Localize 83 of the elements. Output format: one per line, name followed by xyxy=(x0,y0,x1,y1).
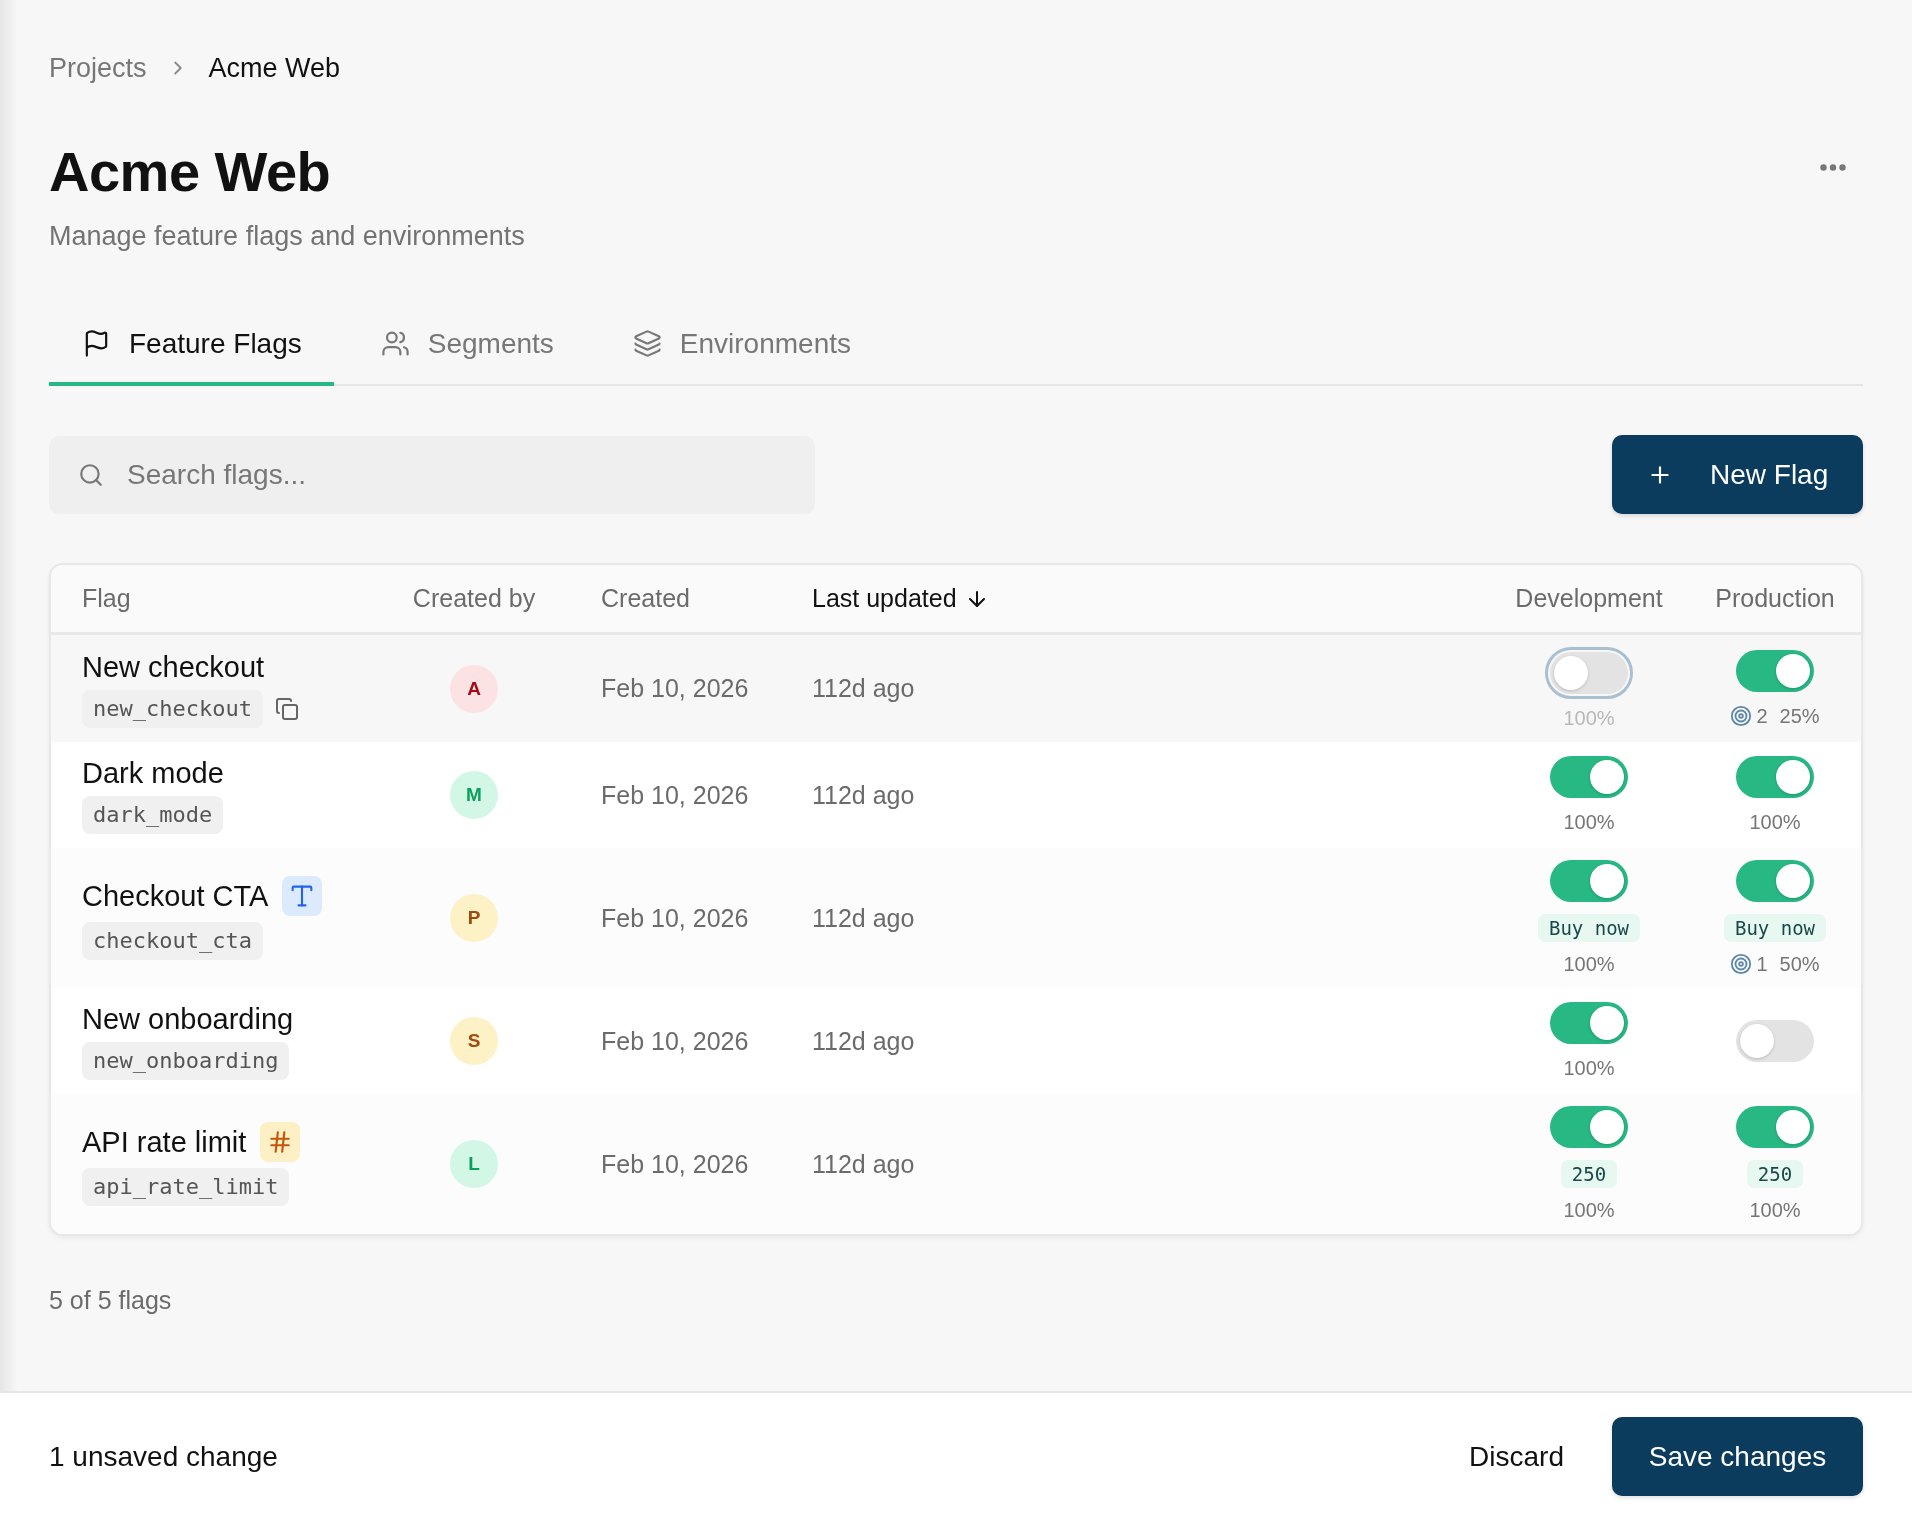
page-subtitle: Manage feature flags and environments xyxy=(49,220,526,252)
toggle-switch[interactable] xyxy=(1736,649,1814,692)
toggle-switch[interactable] xyxy=(1736,1020,1814,1062)
created-date: Feb 10, 2026 xyxy=(601,903,749,933)
created-date: Feb 10, 2026 xyxy=(601,1149,749,1179)
toggle-switch[interactable] xyxy=(1550,1106,1628,1148)
toggle-switch[interactable] xyxy=(1736,1106,1814,1148)
created-date: Feb 10, 2026 xyxy=(601,1026,749,1056)
flag-name: API rate limit xyxy=(82,1125,247,1159)
avatar: L xyxy=(450,1140,498,1188)
target-icon xyxy=(1730,953,1753,975)
segment-count: 1 xyxy=(1756,952,1768,976)
flag-count: 5 of 5 flags xyxy=(49,1285,173,1315)
target-icon xyxy=(1730,704,1753,727)
flag-key: new_checkout xyxy=(82,689,263,728)
flag-name: New checkout xyxy=(82,649,265,684)
toggle-switch[interactable] xyxy=(1550,1002,1628,1044)
search-icon xyxy=(78,461,104,488)
toggle-switch[interactable] xyxy=(1736,756,1814,798)
variant-value: Buy now xyxy=(1537,914,1641,942)
column-header[interactable]: Created xyxy=(601,584,690,613)
column-header[interactable]: Created by xyxy=(412,584,536,613)
updated-time: 112d ago xyxy=(812,674,915,703)
updated-time: 112d ago xyxy=(812,780,915,810)
rollout-percent: 25% xyxy=(1779,703,1820,728)
avatar: S xyxy=(450,1017,498,1065)
rollout-percent: 100% xyxy=(1563,810,1615,834)
rollout-percent: 100% xyxy=(1749,1198,1801,1222)
avatar: P xyxy=(450,894,498,942)
more-icon xyxy=(1820,163,1846,171)
new-flag-button[interactable]: New Flag xyxy=(1612,435,1863,514)
created-date: Feb 10, 2026 xyxy=(601,674,749,703)
toggle-switch[interactable] xyxy=(1550,756,1628,798)
rollout-percent: 100% xyxy=(1749,810,1801,834)
unsaved-status: 1 unsaved change xyxy=(49,1440,278,1473)
column-header[interactable]: Development xyxy=(1515,584,1663,613)
updated-time: 112d ago xyxy=(812,1149,915,1179)
rollout-percent: 50% xyxy=(1779,952,1820,976)
table-row[interactable]: New onboarding new_onboarding S Feb 10, 2026 112d ago 100% xyxy=(51,988,1861,1094)
column-header[interactable]: Flag xyxy=(82,584,131,613)
users-icon xyxy=(380,329,410,358)
column-header[interactable]: Last updated xyxy=(812,584,957,613)
variant-value: 250 xyxy=(1560,1160,1618,1188)
rollout-percent: 100% xyxy=(1563,1056,1615,1080)
discard-button[interactable]: Discard xyxy=(1449,1417,1584,1496)
breadcrumb-link[interactable]: Projects xyxy=(49,52,147,84)
hash-icon xyxy=(260,1122,301,1162)
page-title: Acme Web xyxy=(49,140,331,204)
toggle-switch[interactable] xyxy=(1545,647,1633,699)
tab[interactable]: Feature Flags xyxy=(49,305,334,386)
segment-count: 2 xyxy=(1756,703,1768,728)
variant-value: Buy now xyxy=(1723,914,1827,942)
tab[interactable]: Segments xyxy=(347,305,586,386)
tab[interactable]: Environments xyxy=(599,305,883,386)
table-row[interactable]: Checkout CTA checkout_cta P Feb 10, 2026 112d ago Buy now 100% Buy now 1 50% xyxy=(51,848,1861,988)
flag-name: Checkout CTA xyxy=(82,879,269,913)
rollout-percent: 100% xyxy=(1563,952,1615,976)
table-row[interactable]: API rate limit api_rate_limit L Feb 10, 2026 112d ago 250 100% 250 100% xyxy=(51,1094,1861,1234)
flag-key: dark_mode xyxy=(82,796,224,834)
layers-icon xyxy=(632,329,662,358)
updated-time: 112d ago xyxy=(812,1026,915,1056)
save-changes-button[interactable]: Save changes xyxy=(1612,1417,1863,1496)
flag-key: checkout_cta xyxy=(82,922,263,960)
created-date: Feb 10, 2026 xyxy=(601,780,749,810)
column-header[interactable]: Production xyxy=(1715,584,1835,613)
copy-icon[interactable] xyxy=(274,696,299,721)
text-type-icon xyxy=(282,876,323,916)
flag-key: api_rate_limit xyxy=(82,1168,290,1206)
avatar: M xyxy=(450,771,498,819)
toggle-switch[interactable] xyxy=(1736,860,1814,902)
variant-value: 250 xyxy=(1746,1160,1804,1188)
table-row[interactable]: New checkout new_checkout A Feb 10, 2026 112d ago 100% 2 25% xyxy=(51,635,1861,742)
avatar: A xyxy=(450,664,498,713)
breadcrumb-current: Acme Web xyxy=(208,52,341,84)
rollout-percent: 100% xyxy=(1563,1198,1615,1222)
flag-name: Dark mode xyxy=(82,756,224,790)
flag-name: New onboarding xyxy=(82,1002,294,1036)
toggle-switch[interactable] xyxy=(1550,860,1628,902)
updated-time: 112d ago xyxy=(812,903,915,933)
table-row[interactable]: Dark mode dark_mode M Feb 10, 2026 112d ago 100% 100% xyxy=(51,742,1861,848)
flag-key: new_onboarding xyxy=(82,1042,290,1080)
rollout-percent: 100% xyxy=(1563,706,1615,730)
search-field[interactable]: Search flags... xyxy=(49,435,815,514)
